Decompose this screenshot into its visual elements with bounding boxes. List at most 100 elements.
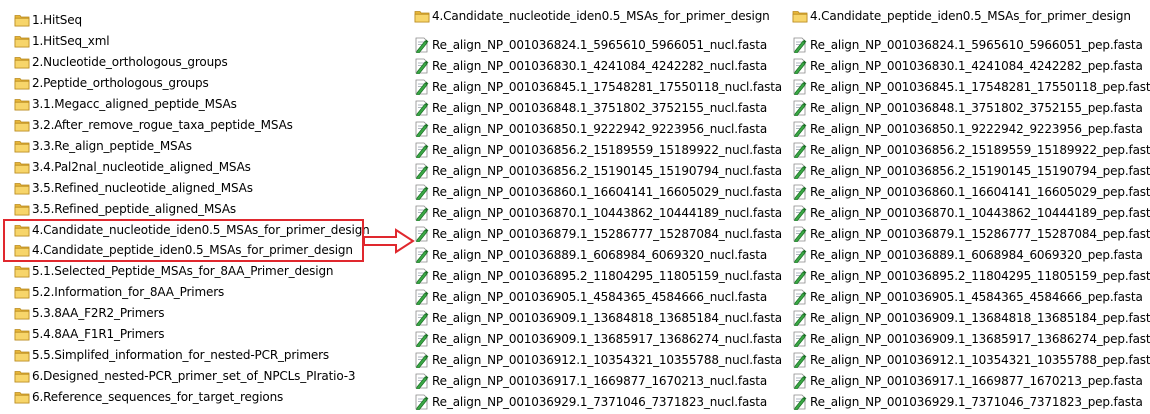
nucleotide-folder-header[interactable]: 4.Candidate_nucleotide_iden0.5_MSAs_for_… xyxy=(414,6,770,26)
folder-icon xyxy=(14,264,30,278)
file-item-label: Re_align_NP_001036895.2_11804295_1180515… xyxy=(810,269,1150,283)
folder-item[interactable]: 2.Peptide_orthologous_groups xyxy=(14,73,209,93)
folder-icon xyxy=(14,13,30,27)
fasta-file-item[interactable]: Re_align_NP_001036856.2_15190145_1519079… xyxy=(414,161,782,181)
folder-item[interactable]: 5.3.8AA_F2R2_Primers xyxy=(14,303,165,323)
fasta-file-icon xyxy=(414,79,430,96)
fasta-file-item[interactable]: Re_align_NP_001036879.1_15286777_1528708… xyxy=(792,224,1150,244)
fasta-file-icon xyxy=(414,247,430,264)
folder-item-label: 3.1.Megacc_aligned_peptide_MSAs xyxy=(32,96,237,111)
fasta-file-item[interactable]: Re_align_NP_001036845.1_17548281_1755011… xyxy=(792,77,1150,97)
fasta-file-icon xyxy=(792,37,808,54)
fasta-file-icon xyxy=(414,37,430,54)
fasta-file-icon xyxy=(792,268,808,285)
fasta-file-item[interactable]: Re_align_NP_001036909.1_13685917_1368627… xyxy=(414,329,782,349)
fasta-file-item[interactable]: Re_align_NP_001036850.1_9222942_9223956_… xyxy=(792,119,1143,139)
fasta-file-item[interactable]: Re_align_NP_001036889.1_6068984_6069320_… xyxy=(414,245,767,265)
fasta-file-item[interactable]: Re_align_NP_001036860.1_16604141_1660502… xyxy=(414,182,782,202)
folder-item[interactable]: 1.HitSeq xyxy=(14,10,82,30)
fasta-file-item[interactable]: Re_align_NP_001036879.1_15286777_1528708… xyxy=(414,224,782,244)
folder-item-label: 3.3.Re_align_peptide_MSAs xyxy=(32,138,192,153)
file-item-label: Re_align_NP_001036905.1_4584365_4584666_… xyxy=(432,290,768,304)
folder-item[interactable]: 5.1.Selected_Peptide_MSAs_for_8AA_Primer… xyxy=(14,261,334,281)
folder-item[interactable]: 3.5.Refined_nucleotide_aligned_MSAs xyxy=(14,178,253,198)
file-item-label: Re_align_NP_001036860.1_16604141_1660502… xyxy=(432,185,783,199)
folder-item[interactable]: 3.3.Re_align_peptide_MSAs xyxy=(14,136,192,156)
folder-item[interactable]: 6.Reference_sequences_for_target_regions xyxy=(14,387,283,407)
folder-item[interactable]: 5.5.Simplifed_information_for_nested-PCR… xyxy=(14,345,329,365)
folder-item[interactable]: 2.Nucleotide_orthologous_groups xyxy=(14,52,228,72)
file-item-label: Re_align_NP_001036905.1_4584365_4584666_… xyxy=(810,290,1143,304)
fasta-file-icon xyxy=(792,352,808,369)
fasta-file-item[interactable]: Re_align_NP_001036889.1_6068984_6069320_… xyxy=(792,245,1143,265)
file-item-label: Re_align_NP_001036917.1_1669877_1670213_… xyxy=(432,374,768,388)
fasta-file-item[interactable]: Re_align_NP_001036895.2_11804295_1180515… xyxy=(792,266,1150,286)
fasta-file-icon xyxy=(414,394,430,411)
folder-item[interactable]: 6.Designed_nested-PCR_primer_set_of_NPCL… xyxy=(14,366,356,386)
fasta-file-icon xyxy=(414,142,430,159)
peptide-folder-header[interactable]: 4.Candidate_peptide_iden0.5_MSAs_for_pri… xyxy=(792,6,1131,26)
file-item-label: Re_align_NP_001036912.1_10354321_1035578… xyxy=(810,353,1150,367)
file-item-label: Re_align_NP_001036909.1_13685917_1368627… xyxy=(432,332,783,346)
folder-item[interactable]: 3.2.After_remove_rogue_taxa_peptide_MSAs xyxy=(14,115,293,135)
folder-item-label: 5.3.8AA_F2R2_Primers xyxy=(32,306,165,321)
folder-item-label: 6.Designed_nested-PCR_primer_set_of_NPCL… xyxy=(32,369,356,384)
file-item-label: Re_align_NP_001036909.1_13684818_1368518… xyxy=(432,311,783,325)
file-item-label: Re_align_NP_001036848.1_3751802_3752155_… xyxy=(432,101,768,115)
folder-icon xyxy=(14,348,30,362)
fasta-file-item[interactable]: Re_align_NP_001036848.1_3751802_3752155_… xyxy=(792,98,1143,118)
folder-item[interactable]: 3.1.Megacc_aligned_peptide_MSAs xyxy=(14,94,237,114)
file-item-label: Re_align_NP_001036856.2_15189559_1518992… xyxy=(432,143,783,157)
fasta-file-item[interactable]: Re_align_NP_001036912.1_10354321_1035578… xyxy=(792,350,1150,370)
file-item-label: Re_align_NP_001036850.1_9222942_9223956_… xyxy=(432,122,768,136)
fasta-file-item[interactable]: Re_align_NP_001036912.1_10354321_1035578… xyxy=(414,350,782,370)
fasta-file-item[interactable]: Re_align_NP_001036909.1_13684818_1368518… xyxy=(792,308,1150,328)
fasta-file-item[interactable]: Re_align_NP_001036929.1_7371046_7371823_… xyxy=(792,392,1143,412)
fasta-file-icon xyxy=(792,142,808,159)
fasta-file-item[interactable]: Re_align_NP_001036856.2_15190145_1519079… xyxy=(792,161,1150,181)
file-item-label: Re_align_NP_001036895.2_11804295_1180515… xyxy=(432,269,783,283)
fasta-file-item[interactable]: Re_align_NP_001036909.1_13685917_1368627… xyxy=(792,329,1150,349)
folder-icon xyxy=(14,390,30,404)
fasta-file-item[interactable]: Re_align_NP_001036905.1_4584365_4584666_… xyxy=(792,287,1143,307)
folder-item[interactable]: 3.4.Pal2nal_nucleotide_aligned_MSAs xyxy=(14,157,251,177)
folder-icon xyxy=(14,202,30,216)
fasta-file-icon xyxy=(792,226,808,243)
folder-item-label: 2.Nucleotide_orthologous_groups xyxy=(32,54,228,69)
fasta-file-item[interactable]: Re_align_NP_001036917.1_1669877_1670213_… xyxy=(414,371,767,391)
folder-item[interactable]: 5.4.8AA_F1R1_Primers xyxy=(14,324,165,344)
folder-icon xyxy=(414,9,430,23)
file-item-label: Re_align_NP_001036824.1_5965610_5966051_… xyxy=(432,38,768,52)
fasta-file-item[interactable]: Re_align_NP_001036848.1_3751802_3752155_… xyxy=(414,98,767,118)
file-item-label: Re_align_NP_001036845.1_17548281_1755011… xyxy=(432,80,783,94)
fasta-file-item[interactable]: Re_align_NP_001036850.1_9222942_9223956_… xyxy=(414,119,767,139)
fasta-file-item[interactable]: Re_align_NP_001036870.1_10443862_1044418… xyxy=(414,203,782,223)
file-item-label: Re_align_NP_001036830.1_4241084_4242282_… xyxy=(432,59,768,73)
fasta-file-item[interactable]: Re_align_NP_001036830.1_4241084_4242282_… xyxy=(792,56,1143,76)
fasta-file-item[interactable]: Re_align_NP_001036909.1_13684818_1368518… xyxy=(414,308,782,328)
folder-icon xyxy=(14,327,30,341)
fasta-file-item[interactable]: Re_align_NP_001036905.1_4584365_4584666_… xyxy=(414,287,767,307)
folder-item[interactable]: 1.HitSeq_xml xyxy=(14,31,110,51)
fasta-file-icon xyxy=(792,289,808,306)
fasta-file-item[interactable]: Re_align_NP_001036929.1_7371046_7371823_… xyxy=(414,392,767,412)
fasta-file-item[interactable]: Re_align_NP_001036824.1_5965610_5966051_… xyxy=(414,35,767,55)
folder-item[interactable]: 3.5.Refined_peptide_aligned_MSAs xyxy=(14,199,236,219)
folder-icon xyxy=(14,285,30,299)
fasta-file-item[interactable]: Re_align_NP_001036895.2_11804295_1180515… xyxy=(414,266,782,286)
fasta-file-item[interactable]: Re_align_NP_001036824.1_5965610_5966051_… xyxy=(792,35,1143,55)
file-item-label: Re_align_NP_001036860.1_16604141_1660502… xyxy=(810,185,1150,199)
highlight-box xyxy=(3,219,364,262)
fasta-file-item[interactable]: Re_align_NP_001036856.2_15189559_1518992… xyxy=(414,140,782,160)
file-item-label: Re_align_NP_001036909.1_13684818_1368518… xyxy=(810,311,1150,325)
file-item-label: Re_align_NP_001036870.1_10443862_1044418… xyxy=(432,206,783,220)
fasta-file-item[interactable]: Re_align_NP_001036845.1_17548281_1755011… xyxy=(414,77,782,97)
folder-item[interactable]: 5.2.Information_for_8AA_Primers xyxy=(14,282,224,302)
file-item-label: Re_align_NP_001036917.1_1669877_1670213_… xyxy=(810,374,1143,388)
fasta-file-item[interactable]: Re_align_NP_001036917.1_1669877_1670213_… xyxy=(792,371,1143,391)
fasta-file-item[interactable]: Re_align_NP_001036870.1_10443862_1044418… xyxy=(792,203,1150,223)
fasta-file-item[interactable]: Re_align_NP_001036830.1_4241084_4242282_… xyxy=(414,56,767,76)
file-item-label: Re_align_NP_001036912.1_10354321_1035578… xyxy=(432,353,783,367)
fasta-file-item[interactable]: Re_align_NP_001036856.2_15189559_1518992… xyxy=(792,140,1150,160)
fasta-file-item[interactable]: Re_align_NP_001036860.1_16604141_1660502… xyxy=(792,182,1150,202)
